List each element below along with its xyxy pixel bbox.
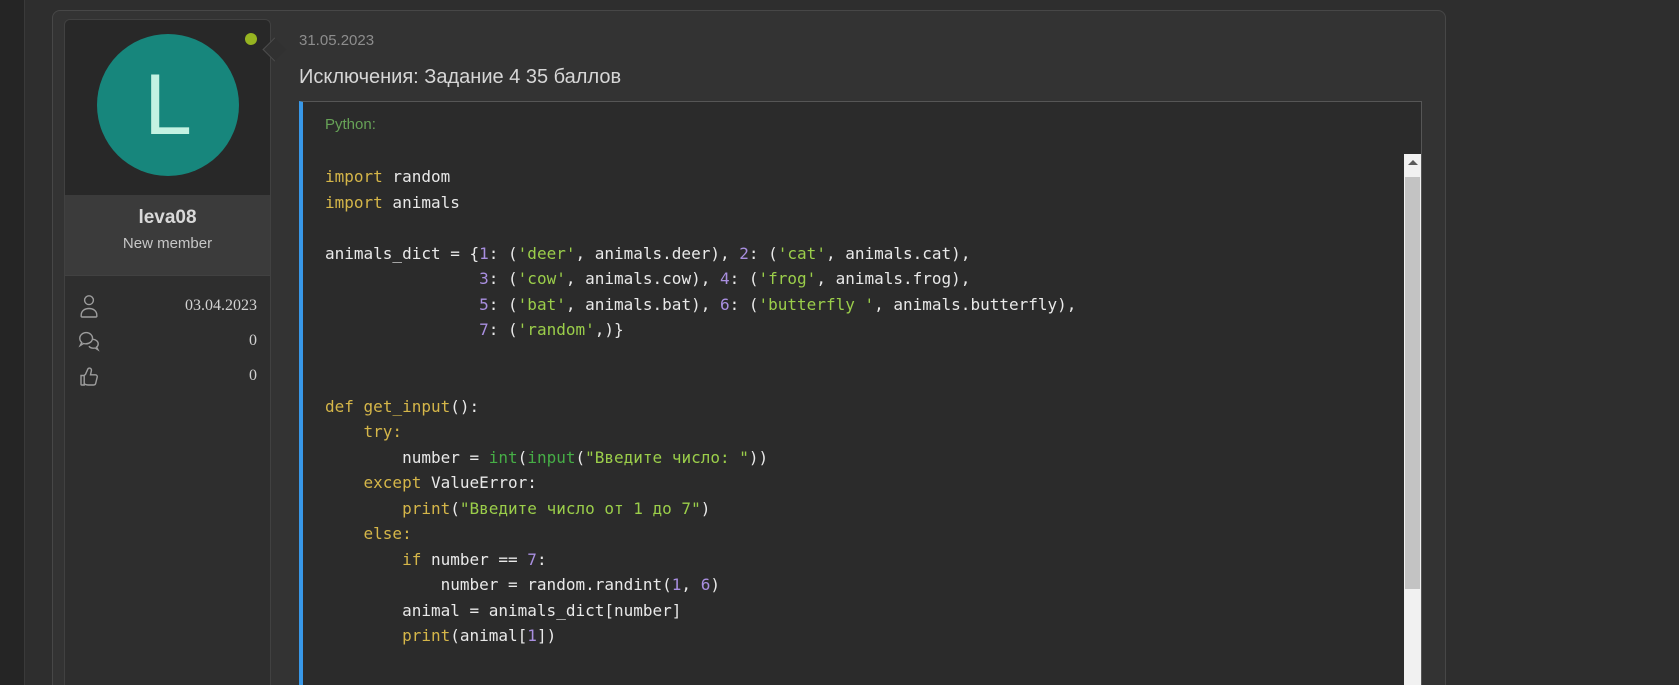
stat-row-member-since: 03.04.2023 bbox=[78, 294, 257, 318]
username-link[interactable]: leva08 bbox=[65, 207, 270, 229]
post-date-link[interactable]: 31.05.2023 bbox=[299, 32, 374, 49]
code-line bbox=[325, 215, 1381, 241]
member-since-value: 03.04.2023 bbox=[185, 297, 257, 315]
code-line: try: bbox=[325, 419, 1381, 445]
avatar[interactable]: L bbox=[97, 34, 239, 176]
user-stats: 03.04.2023 0 0 bbox=[65, 275, 270, 417]
code-line: except ValueError: bbox=[325, 470, 1381, 496]
code-scrollbar[interactable] bbox=[1404, 154, 1421, 685]
reaction-score-value: 0 bbox=[249, 367, 257, 385]
code-line: animal = animals_dict[number] bbox=[325, 598, 1381, 624]
stat-row-reactions: 0 bbox=[78, 364, 257, 388]
code-line: 7: ('random',)} bbox=[325, 317, 1381, 343]
scroll-up-arrow-icon bbox=[1408, 160, 1418, 165]
user-name-strip: leva08 New member bbox=[65, 195, 270, 275]
stat-row-messages: 0 bbox=[78, 329, 257, 353]
page-left-edge bbox=[0, 0, 25, 685]
code-content: import randomimport animals animals_dict… bbox=[325, 164, 1381, 649]
user-title-badge: New member bbox=[65, 235, 270, 252]
code-line: 5: ('bat', animals.bat), 6: ('butterfly … bbox=[325, 292, 1381, 318]
code-line: import animals bbox=[325, 190, 1381, 216]
forum-post-card: L leva08 New member 03.04.2023 0 bbox=[52, 10, 1446, 685]
code-block: Python: import randomimport animals anim… bbox=[299, 101, 1422, 685]
thumbs-up-icon bbox=[78, 364, 102, 388]
code-line: import random bbox=[325, 164, 1381, 190]
code-line: print(animal[1]) bbox=[325, 623, 1381, 649]
scrollbar-up-button[interactable] bbox=[1404, 154, 1421, 171]
scrollbar-thumb[interactable] bbox=[1405, 177, 1420, 589]
messages-count-value: 0 bbox=[249, 332, 257, 350]
online-status-dot bbox=[245, 33, 257, 45]
post-title: Исключения: Задание 4 35 баллов bbox=[299, 66, 621, 89]
user-info-cell: L leva08 New member 03.04.2023 0 bbox=[64, 19, 271, 685]
code-line: number = int(input("Введите число: ")) bbox=[325, 445, 1381, 471]
code-line: print("Введите число от 1 до 7") bbox=[325, 496, 1381, 522]
avatar-box: L bbox=[65, 20, 270, 195]
code-line: animals_dict = {1: ('deer', animals.deer… bbox=[325, 241, 1381, 267]
code-line: if number == 7: bbox=[325, 547, 1381, 573]
code-line: def get_input(): bbox=[325, 394, 1381, 420]
avatar-letter: L bbox=[144, 62, 192, 148]
code-line: 3: ('cow', animals.cow), 4: ('frog', ani… bbox=[325, 266, 1381, 292]
code-line bbox=[325, 343, 1381, 369]
code-line bbox=[325, 368, 1381, 394]
code-language-label: Python: bbox=[325, 116, 376, 133]
code-line: number = random.randint(1, 6) bbox=[325, 572, 1381, 598]
code-line: else: bbox=[325, 521, 1381, 547]
chat-bubbles-icon bbox=[78, 330, 102, 352]
person-icon bbox=[78, 293, 100, 319]
